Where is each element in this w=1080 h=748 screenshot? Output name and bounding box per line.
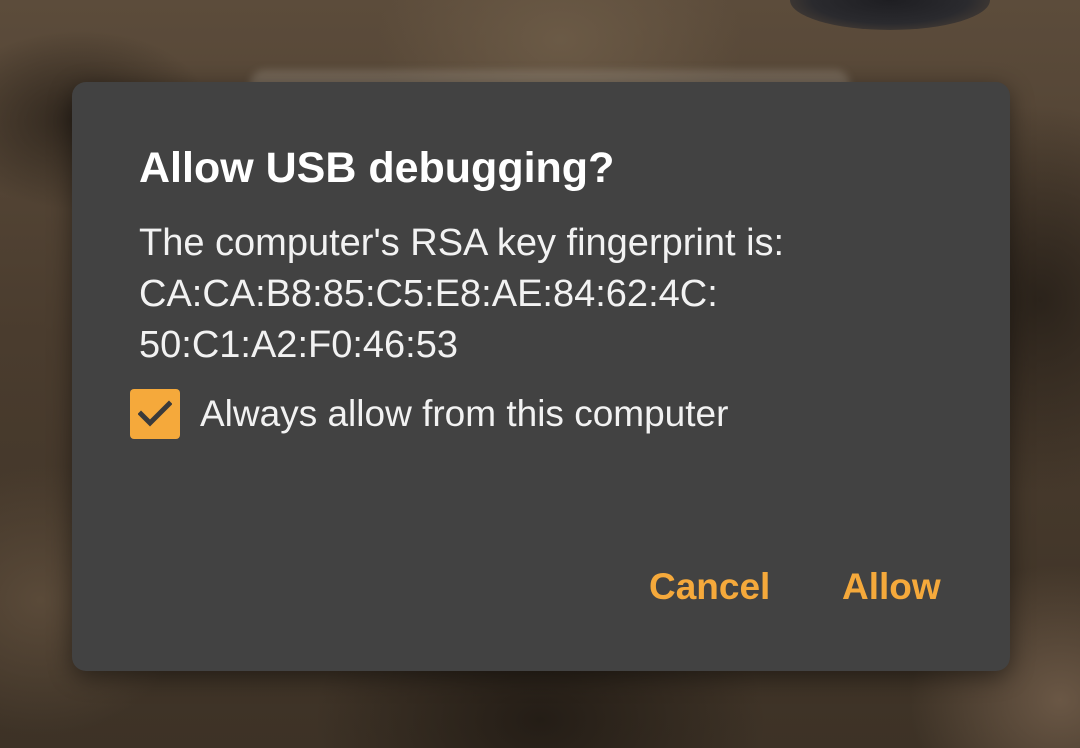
dialog-message: The computer's RSA key fingerprint is: C… xyxy=(139,218,784,371)
message-line-intro: The computer's RSA key fingerprint is: xyxy=(139,222,785,264)
checkmark-icon xyxy=(138,400,172,427)
fingerprint-line-1: CA:CA:B8:85:C5:E8:AE:84:62:4C: xyxy=(139,273,718,315)
always-allow-row[interactable]: Always allow from this computer xyxy=(130,388,728,440)
dialog-title: Allow USB debugging? xyxy=(139,144,615,192)
cancel-button[interactable]: Cancel xyxy=(649,562,770,612)
allow-button[interactable]: Allow xyxy=(842,562,941,612)
usb-debugging-dialog: Allow USB debugging? The computer's RSA … xyxy=(72,82,1010,671)
always-allow-label: Always allow from this computer xyxy=(200,393,729,434)
always-allow-checkbox[interactable] xyxy=(130,389,180,439)
fingerprint-line-2: 50:C1:A2:F0:46:53 xyxy=(139,324,458,366)
